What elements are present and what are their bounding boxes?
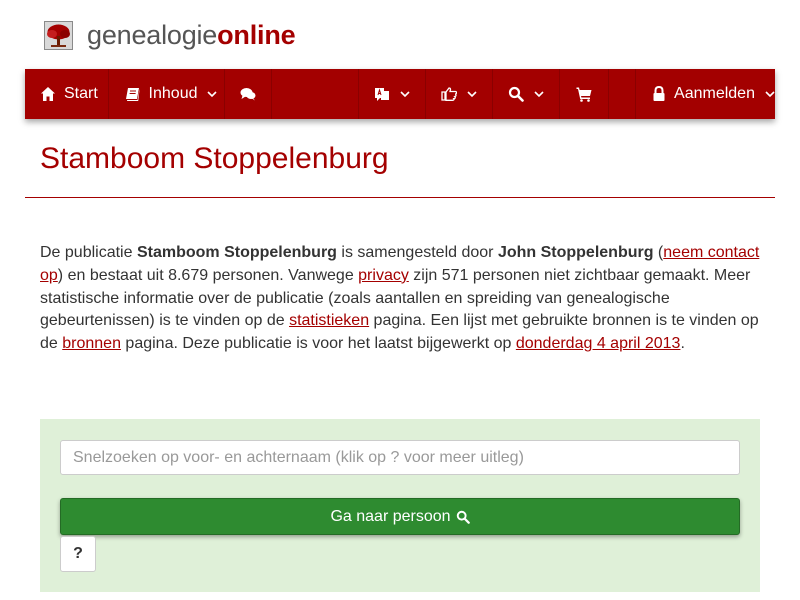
book-icon — [125, 88, 140, 101]
nav-login-label: Aanmelden — [674, 85, 755, 102]
privacy-link[interactable]: privacy — [358, 267, 409, 284]
desc-text: De publicatie — [40, 244, 137, 261]
publication-name: Stamboom Stoppelenburg — [136, 244, 337, 261]
main-navbar: Start Inhoud Aanmelden — [25, 69, 775, 119]
tree-logo-icon — [44, 20, 73, 50]
chevron-down-icon — [467, 91, 477, 98]
sources-link[interactable]: bronnen — [62, 335, 121, 352]
desc-text: pagina. Deze publicatie is voor het laat… — [120, 335, 516, 353]
statistics-link[interactable]: statistieken — [289, 312, 369, 329]
search-icon — [456, 510, 470, 524]
nav-start[interactable]: Start — [25, 69, 109, 119]
search-help-button[interactable]: ? — [60, 536, 96, 572]
quick-search-input[interactable] — [60, 440, 740, 475]
quick-search-panel: Ga naar persoon ? — [40, 419, 760, 592]
chevron-down-icon — [207, 91, 218, 98]
site-logo[interactable]: genealogieonline — [44, 18, 296, 52]
nav-content-label: Inhoud — [148, 85, 198, 102]
chevron-down-icon — [534, 91, 544, 98]
go-to-person-button[interactable]: Ga naar persoon — [60, 498, 740, 535]
logo-text-bold: online — [217, 20, 296, 50]
hand-point-icon — [441, 87, 457, 101]
language-icon — [374, 88, 389, 101]
publication-description: De publicatie Stamboom Stoppelenburg is … — [40, 242, 765, 356]
desc-text: ( — [653, 244, 664, 261]
nav-spacer — [272, 69, 359, 119]
nav-login-dropdown[interactable]: Aanmelden — [636, 69, 775, 119]
nav-chat[interactable] — [225, 69, 272, 119]
go-to-person-label: Ga naar persoon — [330, 507, 451, 525]
nav-content-dropdown[interactable]: Inhoud — [109, 69, 225, 119]
logo-text-plain: genealogie — [87, 20, 218, 50]
desc-text: is samengesteld door — [336, 244, 498, 261]
title-divider — [25, 197, 775, 198]
nav-language-dropdown[interactable] — [359, 69, 426, 119]
nav-share-dropdown[interactable] — [426, 69, 493, 119]
desc-text: ) en bestaat uit 8.679 personen. Vanwege — [57, 266, 359, 284]
comments-icon — [240, 88, 256, 101]
chevron-down-icon — [400, 91, 410, 98]
nav-spacer — [609, 69, 637, 119]
home-icon — [41, 87, 55, 101]
cart-icon — [576, 87, 592, 102]
nav-start-label: Start — [64, 85, 98, 102]
logo-text: genealogieonline — [87, 19, 296, 51]
desc-text: . — [680, 335, 685, 353]
nav-search-dropdown[interactable] — [493, 69, 561, 119]
search-icon — [508, 86, 524, 102]
lock-icon — [653, 86, 665, 101]
chevron-down-icon — [765, 91, 775, 98]
last-updated-link[interactable]: donderdag 4 april 2013 — [516, 335, 681, 352]
nav-cart[interactable] — [560, 69, 609, 119]
page-title: Stamboom Stoppelenburg — [40, 142, 389, 175]
author-name: John Stoppelenburg — [497, 244, 654, 261]
